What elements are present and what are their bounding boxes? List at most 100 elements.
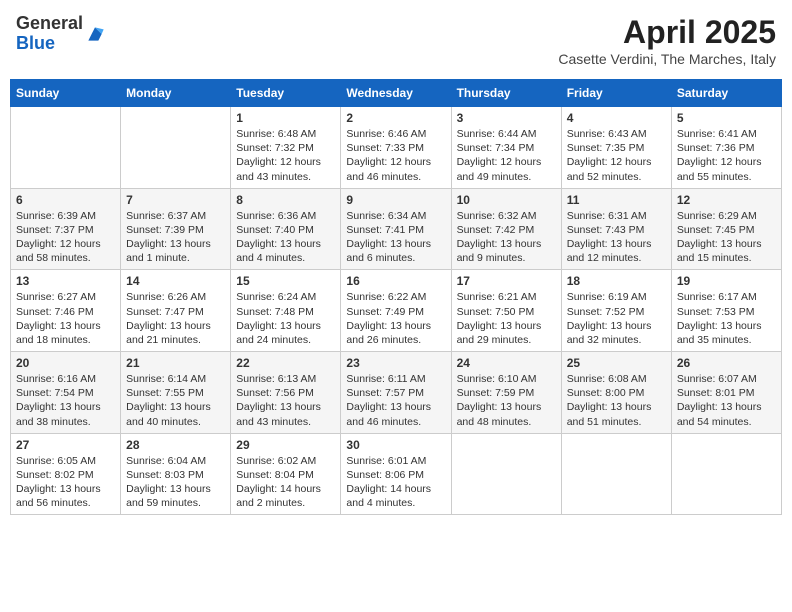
day-number: 21 [126, 356, 225, 370]
calendar-cell: 2 Sunrise: 6:46 AMSunset: 7:33 PMDaylight… [341, 107, 451, 189]
day-info: Sunrise: 6:10 AMSunset: 7:59 PMDaylight:… [457, 372, 556, 429]
weekday-header-thursday: Thursday [451, 80, 561, 107]
day-number: 1 [236, 111, 335, 125]
calendar-cell: 20 Sunrise: 6:16 AMSunset: 7:54 PMDayligh… [11, 352, 121, 434]
day-info: Sunrise: 6:24 AMSunset: 7:48 PMDaylight:… [236, 290, 335, 347]
day-number: 26 [677, 356, 776, 370]
calendar-cell: 19 Sunrise: 6:17 AMSunset: 7:53 PMDayligh… [671, 270, 781, 352]
day-info: Sunrise: 6:04 AMSunset: 8:03 PMDaylight:… [126, 454, 225, 511]
day-number: 23 [346, 356, 445, 370]
day-info: Sunrise: 6:22 AMSunset: 7:49 PMDaylight:… [346, 290, 445, 347]
day-info: Sunrise: 6:13 AMSunset: 7:56 PMDaylight:… [236, 372, 335, 429]
calendar-cell: 7 Sunrise: 6:37 AMSunset: 7:39 PMDaylight… [121, 188, 231, 270]
day-number: 2 [346, 111, 445, 125]
day-number: 27 [16, 438, 115, 452]
day-info: Sunrise: 6:21 AMSunset: 7:50 PMDaylight:… [457, 290, 556, 347]
logo-icon [85, 24, 105, 44]
day-info: Sunrise: 6:46 AMSunset: 7:33 PMDaylight:… [346, 127, 445, 184]
logo: General Blue [16, 14, 105, 54]
calendar-cell: 5Sunrise: 6:41 AMSunset: 7:36 PMDaylight… [671, 107, 781, 189]
weekday-header-sunday: Sunday [11, 80, 121, 107]
calendar-week-row: 27 Sunrise: 6:05 AMSunset: 8:02 PMDayligh… [11, 433, 782, 515]
weekday-header-saturday: Saturday [671, 80, 781, 107]
calendar-cell: 6 Sunrise: 6:39 AMSunset: 7:37 PMDaylight… [11, 188, 121, 270]
logo-blue-text: Blue [16, 33, 55, 53]
calendar-cell: 14Sunrise: 6:26 AMSunset: 7:47 PMDayligh… [121, 270, 231, 352]
calendar-week-row: 6 Sunrise: 6:39 AMSunset: 7:37 PMDaylight… [11, 188, 782, 270]
day-info: Sunrise: 6:32 AMSunset: 7:42 PMDaylight:… [457, 209, 556, 266]
day-info: Sunrise: 6:43 AMSunset: 7:35 PMDaylight:… [567, 127, 666, 184]
logo-general-text: General [16, 13, 83, 33]
day-number: 15 [236, 274, 335, 288]
calendar-cell: 27 Sunrise: 6:05 AMSunset: 8:02 PMDayligh… [11, 433, 121, 515]
weekday-header-row: SundayMondayTuesdayWednesdayThursdayFrid… [11, 80, 782, 107]
calendar-header: SundayMondayTuesdayWednesdayThursdayFrid… [11, 80, 782, 107]
day-number: 10 [457, 193, 556, 207]
calendar-cell: 13Sunrise: 6:27 AMSunset: 7:46 PMDayligh… [11, 270, 121, 352]
day-number: 16 [346, 274, 445, 288]
calendar-body: 1Sunrise: 6:48 AMSunset: 7:32 PMDaylight… [11, 107, 782, 515]
calendar-cell [121, 107, 231, 189]
day-info: Sunrise: 6:29 AMSunset: 7:45 PMDaylight:… [677, 209, 776, 266]
calendar-cell: 25 Sunrise: 6:08 AMSunset: 8:00 PMDayligh… [561, 352, 671, 434]
calendar-cell [561, 433, 671, 515]
day-info: Sunrise: 6:36 AMSunset: 7:40 PMDaylight:… [236, 209, 335, 266]
calendar-cell: 28Sunrise: 6:04 AMSunset: 8:03 PMDayligh… [121, 433, 231, 515]
day-info: Sunrise: 6:44 AMSunset: 7:34 PMDaylight:… [457, 127, 556, 184]
day-info: Sunrise: 6:17 AMSunset: 7:53 PMDaylight:… [677, 290, 776, 347]
day-number: 19 [677, 274, 776, 288]
calendar-cell: 10 Sunrise: 6:32 AMSunset: 7:42 PMDayligh… [451, 188, 561, 270]
day-number: 6 [16, 193, 115, 207]
calendar-week-row: 1Sunrise: 6:48 AMSunset: 7:32 PMDaylight… [11, 107, 782, 189]
day-info: Sunrise: 6:16 AMSunset: 7:54 PMDaylight:… [16, 372, 115, 429]
day-info: Sunrise: 6:34 AMSunset: 7:41 PMDaylight:… [346, 209, 445, 266]
calendar-cell: 3 Sunrise: 6:44 AMSunset: 7:34 PMDaylight… [451, 107, 561, 189]
calendar-cell: 15 Sunrise: 6:24 AMSunset: 7:48 PMDayligh… [231, 270, 341, 352]
day-number: 14 [126, 274, 225, 288]
day-number: 30 [346, 438, 445, 452]
calendar-cell: 1Sunrise: 6:48 AMSunset: 7:32 PMDaylight… [231, 107, 341, 189]
calendar-cell: 21 Sunrise: 6:14 AMSunset: 7:55 PMDayligh… [121, 352, 231, 434]
weekday-header-monday: Monday [121, 80, 231, 107]
calendar-cell [671, 433, 781, 515]
day-info: Sunrise: 6:14 AMSunset: 7:55 PMDaylight:… [126, 372, 225, 429]
day-info: Sunrise: 6:37 AMSunset: 7:39 PMDaylight:… [126, 209, 225, 266]
calendar-cell: 9 Sunrise: 6:34 AMSunset: 7:41 PMDaylight… [341, 188, 451, 270]
day-info: Sunrise: 6:01 AMSunset: 8:06 PMDaylight:… [346, 454, 445, 511]
day-info: Sunrise: 6:05 AMSunset: 8:02 PMDaylight:… [16, 454, 115, 511]
day-number: 18 [567, 274, 666, 288]
calendar-cell: 4Sunrise: 6:43 AMSunset: 7:35 PMDaylight… [561, 107, 671, 189]
calendar-table: SundayMondayTuesdayWednesdayThursdayFrid… [10, 79, 782, 515]
day-number: 25 [567, 356, 666, 370]
day-info: Sunrise: 6:11 AMSunset: 7:57 PMDaylight:… [346, 372, 445, 429]
calendar-cell: 16 Sunrise: 6:22 AMSunset: 7:49 PMDayligh… [341, 270, 451, 352]
calendar-cell: 18 Sunrise: 6:19 AMSunset: 7:52 PMDayligh… [561, 270, 671, 352]
calendar-cell: 26 Sunrise: 6:07 AMSunset: 8:01 PMDayligh… [671, 352, 781, 434]
day-number: 3 [457, 111, 556, 125]
day-info: Sunrise: 6:07 AMSunset: 8:01 PMDaylight:… [677, 372, 776, 429]
day-number: 20 [16, 356, 115, 370]
day-number: 9 [346, 193, 445, 207]
calendar-cell: 30 Sunrise: 6:01 AMSunset: 8:06 PMDayligh… [341, 433, 451, 515]
calendar-cell [451, 433, 561, 515]
month-title: April 2025 [558, 14, 776, 51]
day-info: Sunrise: 6:39 AMSunset: 7:37 PMDaylight:… [16, 209, 115, 266]
calendar-cell: 24 Sunrise: 6:10 AMSunset: 7:59 PMDayligh… [451, 352, 561, 434]
header: General Blue April 2025 Casette Verdini,… [10, 10, 782, 71]
calendar-week-row: 13Sunrise: 6:27 AMSunset: 7:46 PMDayligh… [11, 270, 782, 352]
day-info: Sunrise: 6:02 AMSunset: 8:04 PMDaylight:… [236, 454, 335, 511]
day-number: 13 [16, 274, 115, 288]
location-title: Casette Verdini, The Marches, Italy [558, 51, 776, 67]
weekday-header-tuesday: Tuesday [231, 80, 341, 107]
calendar-cell: 17Sunrise: 6:21 AMSunset: 7:50 PMDayligh… [451, 270, 561, 352]
day-number: 11 [567, 193, 666, 207]
day-number: 8 [236, 193, 335, 207]
calendar-cell: 8 Sunrise: 6:36 AMSunset: 7:40 PMDaylight… [231, 188, 341, 270]
calendar-cell: 29Sunrise: 6:02 AMSunset: 8:04 PMDayligh… [231, 433, 341, 515]
calendar-cell: 23 Sunrise: 6:11 AMSunset: 7:57 PMDayligh… [341, 352, 451, 434]
day-number: 7 [126, 193, 225, 207]
day-info: Sunrise: 6:08 AMSunset: 8:00 PMDaylight:… [567, 372, 666, 429]
day-number: 24 [457, 356, 556, 370]
day-number: 12 [677, 193, 776, 207]
day-info: Sunrise: 6:19 AMSunset: 7:52 PMDaylight:… [567, 290, 666, 347]
